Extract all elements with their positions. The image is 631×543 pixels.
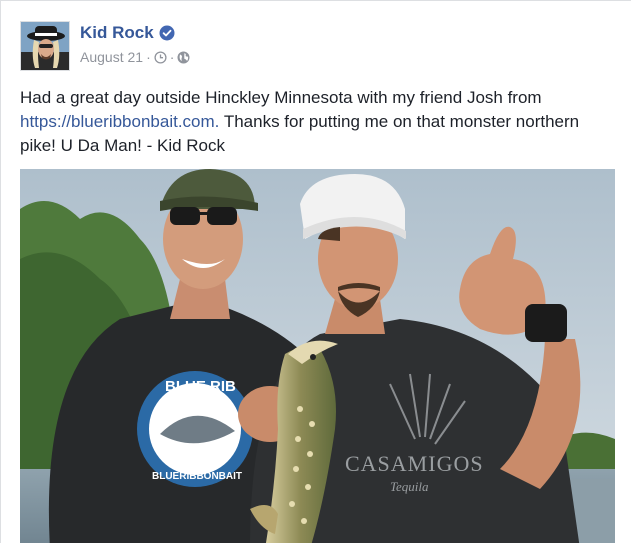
fishing-photo: BLUE RIB BLUERIBBONBAIT CASAMIGOS Tequil… (20, 169, 615, 543)
avatar-image (21, 22, 69, 70)
meta-separator: · (169, 49, 175, 65)
post-message: Had a great day outside Hinckley Minneso… (20, 86, 610, 158)
meta-separator: · (146, 49, 151, 65)
globe-icon[interactable] (177, 51, 190, 64)
post-card: Kid Rock August 21 · · Had a great day o… (0, 0, 631, 543)
author-row: Kid Rock (80, 22, 175, 44)
shirt-logo-arc-text: BLUERIBBONBAIT (152, 471, 242, 482)
post-text-start: Had a great day outside Hinckley Minneso… (20, 88, 542, 107)
clock-icon (154, 50, 167, 64)
blueribbonbait-link[interactable]: https://blueribbonbait.com. (20, 112, 219, 131)
shirt-brand-text: CASAMIGOS (345, 451, 484, 476)
shirt-brand-subtext: Tequila (390, 479, 429, 494)
author-avatar[interactable] (20, 21, 70, 71)
author-name-link[interactable]: Kid Rock (80, 22, 154, 44)
post-meta: August 21 · · (80, 49, 190, 65)
post-date-link[interactable]: August 21 (80, 49, 143, 65)
post-photo[interactable]: BLUE RIB BLUERIBBONBAIT CASAMIGOS Tequil… (20, 169, 615, 543)
shirt-logo-text: BLUE RIB (165, 378, 236, 395)
verified-badge-icon (159, 25, 175, 41)
